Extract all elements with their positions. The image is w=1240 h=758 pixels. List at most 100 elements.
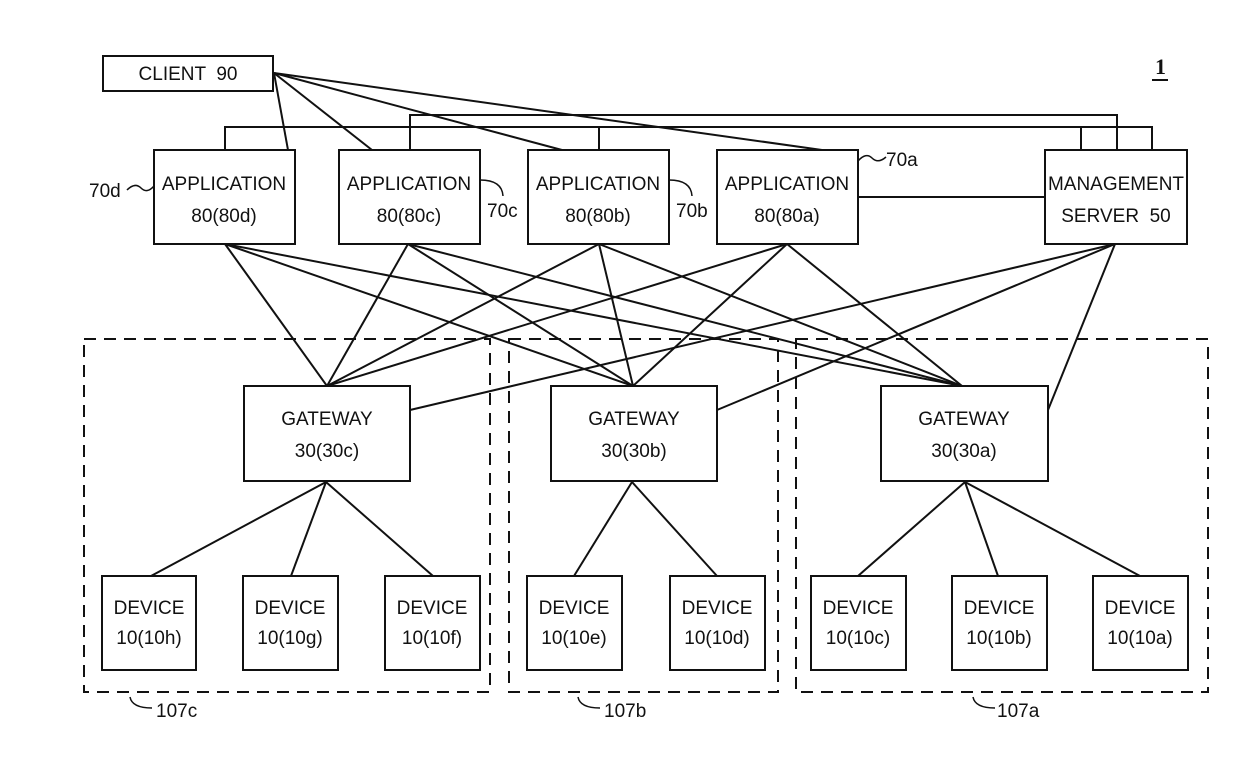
- device-box[interactable]: [384, 575, 481, 671]
- ref-label-70d: 70d: [89, 181, 121, 202]
- client-node[interactable]: CLIENT 90: [102, 55, 274, 92]
- application-label-line1: APPLICATION: [536, 174, 660, 195]
- application-label-line1: APPLICATION: [725, 174, 849, 195]
- device-label-line2: 10(10g): [257, 628, 323, 649]
- ref-label-70a: 70a: [886, 150, 918, 171]
- group-107c-ref: 107c: [156, 701, 197, 722]
- application-node-80d[interactable]: APPLICATION 80(80d) 70d: [89, 149, 296, 245]
- application-box[interactable]: [338, 149, 481, 245]
- management-server-label-line1: MANAGEMENT: [1048, 174, 1184, 195]
- link-app80d-gw30a: [224, 243, 963, 387]
- client-links: [273, 72, 823, 151]
- link-app80c-gw30a: [407, 243, 963, 387]
- device-node-10b[interactable]: DEVICE 10(10b): [951, 575, 1048, 671]
- link-gw30b-dev10e: [573, 481, 633, 577]
- link-gw30b-dev10d: [631, 481, 718, 577]
- device-node-10h[interactable]: DEVICE 10(10h): [101, 575, 197, 671]
- group-107a-leader: [972, 696, 996, 709]
- device-box[interactable]: [810, 575, 907, 671]
- application-label-line2: 80(80c): [377, 206, 441, 227]
- application-label-line2: 80(80a): [754, 206, 820, 227]
- application-label-line1: APPLICATION: [347, 174, 471, 195]
- application-label-line2: 80(80d): [191, 206, 257, 227]
- device-node-10e[interactable]: DEVICE 10(10e): [526, 575, 623, 671]
- figure-number-text: 1: [1155, 54, 1166, 79]
- application-node-80b[interactable]: APPLICATION 80(80b) 70b: [527, 149, 708, 245]
- gateway-label-line2: 30(30c): [295, 441, 359, 462]
- device-label-line2: 10(10h): [116, 628, 182, 649]
- device-node-10f[interactable]: DEVICE 10(10f): [384, 575, 481, 671]
- ref-label-70c: 70c: [487, 201, 518, 222]
- application-node-80c[interactable]: APPLICATION 80(80c) 70c: [338, 149, 518, 245]
- application-label-line1: APPLICATION: [162, 174, 286, 195]
- management-server-label-line2: SERVER 50: [1061, 206, 1170, 227]
- gateway-label-line2: 30(30a): [931, 441, 997, 462]
- device-box[interactable]: [242, 575, 339, 671]
- link-mgmt-gw30a: [1047, 243, 1116, 411]
- device-label-line1: DEVICE: [114, 598, 185, 619]
- management-server-box[interactable]: [1044, 149, 1188, 245]
- link-app80d-gw30b: [224, 243, 634, 387]
- device-box[interactable]: [669, 575, 766, 671]
- figure-number: 1: [1152, 54, 1168, 81]
- device-label-line2: 10(10e): [541, 628, 607, 649]
- bus-line-upper: [409, 114, 1118, 150]
- link-gw30c-dev10h: [150, 481, 327, 577]
- device-box[interactable]: [526, 575, 623, 671]
- gateway-box[interactable]: [243, 385, 411, 482]
- link-app80b-gw30a: [598, 243, 963, 387]
- device-label-line1: DEVICE: [397, 598, 468, 619]
- gateway-box[interactable]: [550, 385, 718, 482]
- device-label-line2: 10(10d): [684, 628, 750, 649]
- application-box[interactable]: [153, 149, 296, 245]
- ref-leader-70c: [479, 179, 504, 197]
- app-gateway-links: [224, 243, 963, 387]
- application-box[interactable]: [716, 149, 859, 245]
- device-node-10c[interactable]: DEVICE 10(10c): [810, 575, 907, 671]
- ref-leader-70d: [126, 184, 155, 192]
- device-box[interactable]: [1092, 575, 1189, 671]
- link-gw30a-dev10c: [857, 481, 966, 577]
- link-gw30c-dev10g: [290, 481, 327, 577]
- device-node-10a[interactable]: DEVICE 10(10a): [1092, 575, 1189, 671]
- device-label-line1: DEVICE: [255, 598, 326, 619]
- management-server-node[interactable]: MANAGEMENT SERVER 50: [1044, 149, 1188, 245]
- application-label-line2: 80(80b): [565, 206, 631, 227]
- device-box[interactable]: [101, 575, 197, 671]
- gateway-box[interactable]: [880, 385, 1049, 482]
- ref-leader-70a: [857, 154, 887, 162]
- device-label-line1: DEVICE: [1105, 598, 1176, 619]
- device-label-line1: DEVICE: [964, 598, 1035, 619]
- gateway-node-30a[interactable]: GATEWAY 30(30a): [880, 385, 1049, 482]
- gateway-device-links: [150, 481, 1141, 577]
- device-node-10d[interactable]: DEVICE 10(10d): [669, 575, 766, 671]
- link-gw30c-dev10f: [325, 481, 434, 577]
- device-label-line2: 10(10a): [1107, 628, 1173, 649]
- device-node-10g[interactable]: DEVICE 10(10g): [242, 575, 339, 671]
- link-client-app80b: [273, 72, 563, 151]
- device-label-line1: DEVICE: [823, 598, 894, 619]
- system-diagram: 1 107c 107b 107a CLIENT 90 APPLICATION 8…: [83, 54, 1209, 722]
- device-label-line1: DEVICE: [682, 598, 753, 619]
- client-label: CLIENT 90: [139, 64, 238, 85]
- gateway-label-line1: GATEWAY: [281, 409, 373, 430]
- gateway-node-30c[interactable]: GATEWAY 30(30c): [243, 385, 411, 482]
- gateway-label-line1: GATEWAY: [918, 409, 1010, 430]
- group-107c-leader: [129, 696, 153, 709]
- link-client-app80d: [273, 72, 289, 151]
- ref-leader-70b: [668, 179, 693, 197]
- device-label-line2: 10(10f): [402, 628, 462, 649]
- gateway-node-30b[interactable]: GATEWAY 30(30b): [550, 385, 718, 482]
- group-107b-ref: 107b: [604, 701, 646, 722]
- ref-label-70b: 70b: [676, 201, 708, 222]
- device-label-line2: 10(10c): [826, 628, 890, 649]
- device-label-line1: DEVICE: [539, 598, 610, 619]
- link-app80d-gw30c: [224, 243, 328, 387]
- device-label-line2: 10(10b): [966, 628, 1032, 649]
- group-107a-ref: 107a: [997, 701, 1040, 722]
- application-box[interactable]: [527, 149, 670, 245]
- group-107b-leader: [577, 696, 601, 709]
- gateway-label-line2: 30(30b): [601, 441, 667, 462]
- device-box[interactable]: [951, 575, 1048, 671]
- link-gw30a-dev10a: [964, 481, 1141, 577]
